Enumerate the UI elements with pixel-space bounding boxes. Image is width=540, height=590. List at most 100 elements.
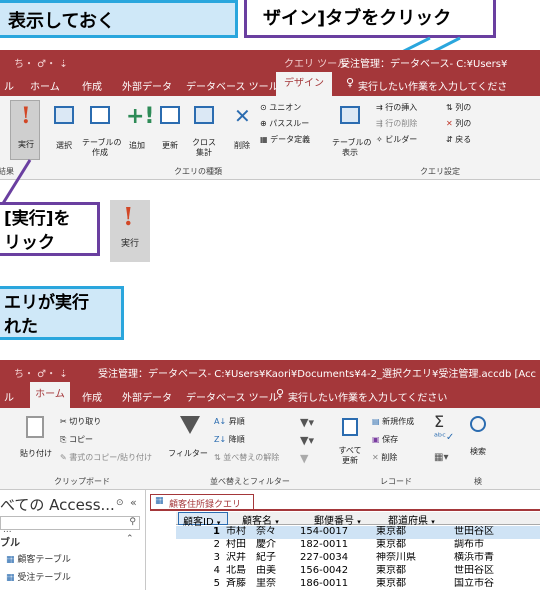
query-tools-label: クエリ ツール xyxy=(284,59,348,70)
run-icon-label: 実行 xyxy=(120,239,139,249)
postal-code-cell: 186-0011 xyxy=(300,578,349,589)
tab-external-data-bottom[interactable]: 外部データ xyxy=(122,389,172,404)
nav-pane-title[interactable]: べての Access... xyxy=(0,494,115,515)
tab-design[interactable]: デザイン xyxy=(276,72,332,96)
nav-section-tables[interactable]: ブル xyxy=(0,534,20,549)
return-button[interactable]: ⇵ 戻る xyxy=(446,134,471,145)
column-header-prefecture[interactable]: 都道府県 ▾ xyxy=(382,512,460,527)
address-cell: 調布市 xyxy=(454,539,484,550)
customer-name-cell: 沢井 紀子 xyxy=(226,552,276,563)
magnifier-icon xyxy=(470,416,486,432)
show-table-button[interactable]: テーブルの 表示 xyxy=(332,138,372,158)
postal-code-cell: 156-0042 xyxy=(300,565,349,576)
copy-button[interactable]: ⎘ コピー xyxy=(60,434,93,445)
navigation-pane: べての Access... ⊙ « ... ⚲ ブル ⌃ ▦ 顧客テーブル ▦ … xyxy=(0,490,146,590)
tab-database-tools[interactable]: データベース ツール xyxy=(186,78,279,93)
delete-record-button[interactable]: ✕ 削除 xyxy=(372,452,397,463)
address-cell: 世田谷区 xyxy=(454,526,494,537)
tab-home-bottom[interactable]: ホーム xyxy=(30,382,70,408)
tab-home[interactable]: ホーム xyxy=(30,78,60,93)
column-header-customer-id[interactable]: 顧客ID ▾ xyxy=(178,512,228,528)
nav-dropdown-icon[interactable]: ⊙ xyxy=(116,498,124,508)
table-icon: ▦ xyxy=(6,573,15,583)
brush-icon: ✎ xyxy=(60,453,67,462)
delete-row-button[interactable]: ⇶ 行の削除 xyxy=(376,118,417,129)
tell-me-box-bottom[interactable]: 実行したい作業を入力してください xyxy=(288,389,447,404)
data-definition-button[interactable]: ▦ データ定義 xyxy=(260,134,310,145)
paste-icon xyxy=(26,416,44,438)
scissors-icon: ✂ xyxy=(60,417,67,426)
run-exclamation-icon: ! xyxy=(21,103,31,129)
tab-database-tools-bottom[interactable]: データベース ツール xyxy=(186,389,279,404)
crosstab-button[interactable]: クロス 集計 xyxy=(188,138,220,158)
toggle-filter-icon[interactable]: ▼▾ xyxy=(300,416,314,429)
update-icon xyxy=(160,106,180,124)
refresh-all-button[interactable]: すべて 更新 xyxy=(332,446,368,466)
totals-icon[interactable]: Σ xyxy=(434,412,444,431)
tab-create[interactable]: 作成 xyxy=(82,78,102,93)
union-button[interactable]: ⊙ ユニオン xyxy=(260,102,301,113)
advanced-filter-icon[interactable]: ▼ xyxy=(300,452,308,465)
tab-file-bottom[interactable]: ル xyxy=(4,389,14,404)
tab-external-data[interactable]: 外部データ xyxy=(122,78,172,93)
tab-file[interactable]: ル xyxy=(4,78,14,93)
builder-button[interactable]: ✧ ビルダー xyxy=(376,134,417,145)
more-icon[interactable]: ▦▾ xyxy=(434,452,448,463)
top-ribbon: ! 実行 結果 選択 テーブルの 作成 +! 追加 更新 クロス 集計 ✕ 削除… xyxy=(0,96,540,180)
nav-collapse-icon[interactable]: « xyxy=(130,496,137,509)
find-button[interactable]: 検索 xyxy=(460,446,496,457)
query-document-tab[interactable]: ▦ 顧客住所録クエリ xyxy=(150,494,254,510)
prefecture-cell: 神奈川県 xyxy=(376,552,416,563)
run-icon-sample: ! 実行 xyxy=(110,200,150,262)
insert-column-button[interactable]: ⇅ 列の xyxy=(446,102,471,113)
records-group-label: レコード xyxy=(380,477,412,486)
top-tab-bar: ル ホーム 作成 外部データ データベース ツール デザイン ♀ 実行したい作業… xyxy=(0,72,540,96)
clear-sort-button[interactable]: ⇅ 並べ替えの解除 xyxy=(214,452,279,463)
crosstab-icon xyxy=(194,106,214,124)
ascending-button[interactable]: A↓ 昇順 xyxy=(214,416,245,427)
clipboard-group-label: クリップボード xyxy=(54,477,110,486)
exclamation-icon: ! xyxy=(123,202,134,231)
filter-button[interactable]: フィルター xyxy=(168,448,208,459)
quick-access-toolbar[interactable]: ち・ ♂・ ⇣ xyxy=(14,55,68,70)
run-leader-line xyxy=(0,159,32,206)
format-painter-button[interactable]: ✎ 書式のコピー/貼り付け xyxy=(60,452,152,463)
address-cell: 国立市谷 xyxy=(454,578,494,589)
tab-create-bottom[interactable]: 作成 xyxy=(82,389,102,404)
delete-column-button[interactable]: ✕ 列の xyxy=(446,118,471,129)
cut-button[interactable]: ✂ 切り取り xyxy=(60,416,101,427)
descending-button[interactable]: Z↓ 降順 xyxy=(214,434,245,445)
delete-query-button[interactable]: 削除 xyxy=(226,140,258,151)
select-query-icon xyxy=(54,106,74,124)
column-header-postal-code[interactable]: 郵便番号 ▾ xyxy=(308,512,382,527)
update-button[interactable]: 更新 xyxy=(154,140,186,151)
save-record-button[interactable]: ▣ 保存 xyxy=(372,434,398,445)
pass-through-button[interactable]: ⊕ パススルー xyxy=(260,118,309,129)
make-table-button[interactable]: テーブルの 作成 xyxy=(82,138,122,158)
show-table-icon xyxy=(340,106,360,124)
append-icon: +! xyxy=(126,104,155,129)
find-group-label: 検 xyxy=(474,477,482,486)
bottom-ribbon: 貼り付け ✂ 切り取り ⎘ コピー ✎ 書式のコピー/貼り付け クリップボード … xyxy=(0,408,540,490)
bottom-title-bar: ち・ ♂・ ⇣ 受注管理：データベース- C:¥Users¥Kaori¥Docu… xyxy=(0,360,540,382)
tell-me-box[interactable]: 実行したい作業を入力してくださ xyxy=(358,78,507,93)
prefecture-cell: 東京都 xyxy=(376,526,406,537)
insert-row-button[interactable]: ⇉ 行の挿入 xyxy=(376,102,417,113)
nav-search-box[interactable]: ... ⚲ xyxy=(0,516,140,535)
paste-button[interactable]: 貼り付け xyxy=(16,448,56,459)
table-icon: ▦ xyxy=(6,555,15,565)
run-label: 実行 xyxy=(18,140,34,149)
delete-query-icon: ✕ xyxy=(234,104,251,128)
nav-item-order-table[interactable]: ▦ 受注テーブル xyxy=(6,570,71,583)
spelling-icon[interactable]: ᵃᵇᶜ✓ xyxy=(434,432,454,443)
column-header-customer-name[interactable]: 顧客名 ▾ xyxy=(232,512,316,527)
selection-filter-icon[interactable]: ▼▾ xyxy=(300,434,314,447)
datasheet-top-border xyxy=(150,509,540,511)
new-record-button[interactable]: ▤ 新規作成 xyxy=(372,416,414,427)
nav-item-customer-table[interactable]: ▦ 顧客テーブル xyxy=(6,552,71,565)
append-button[interactable]: 追加 xyxy=(122,140,152,151)
quick-access-toolbar-bottom[interactable]: ち・ ♂・ ⇣ xyxy=(14,365,68,380)
customer-id-cell: 1 xyxy=(213,526,220,537)
nav-section-collapse-icon[interactable]: ⌃ xyxy=(126,534,134,544)
lightbulb-icon-bottom: ♀ xyxy=(276,387,285,400)
